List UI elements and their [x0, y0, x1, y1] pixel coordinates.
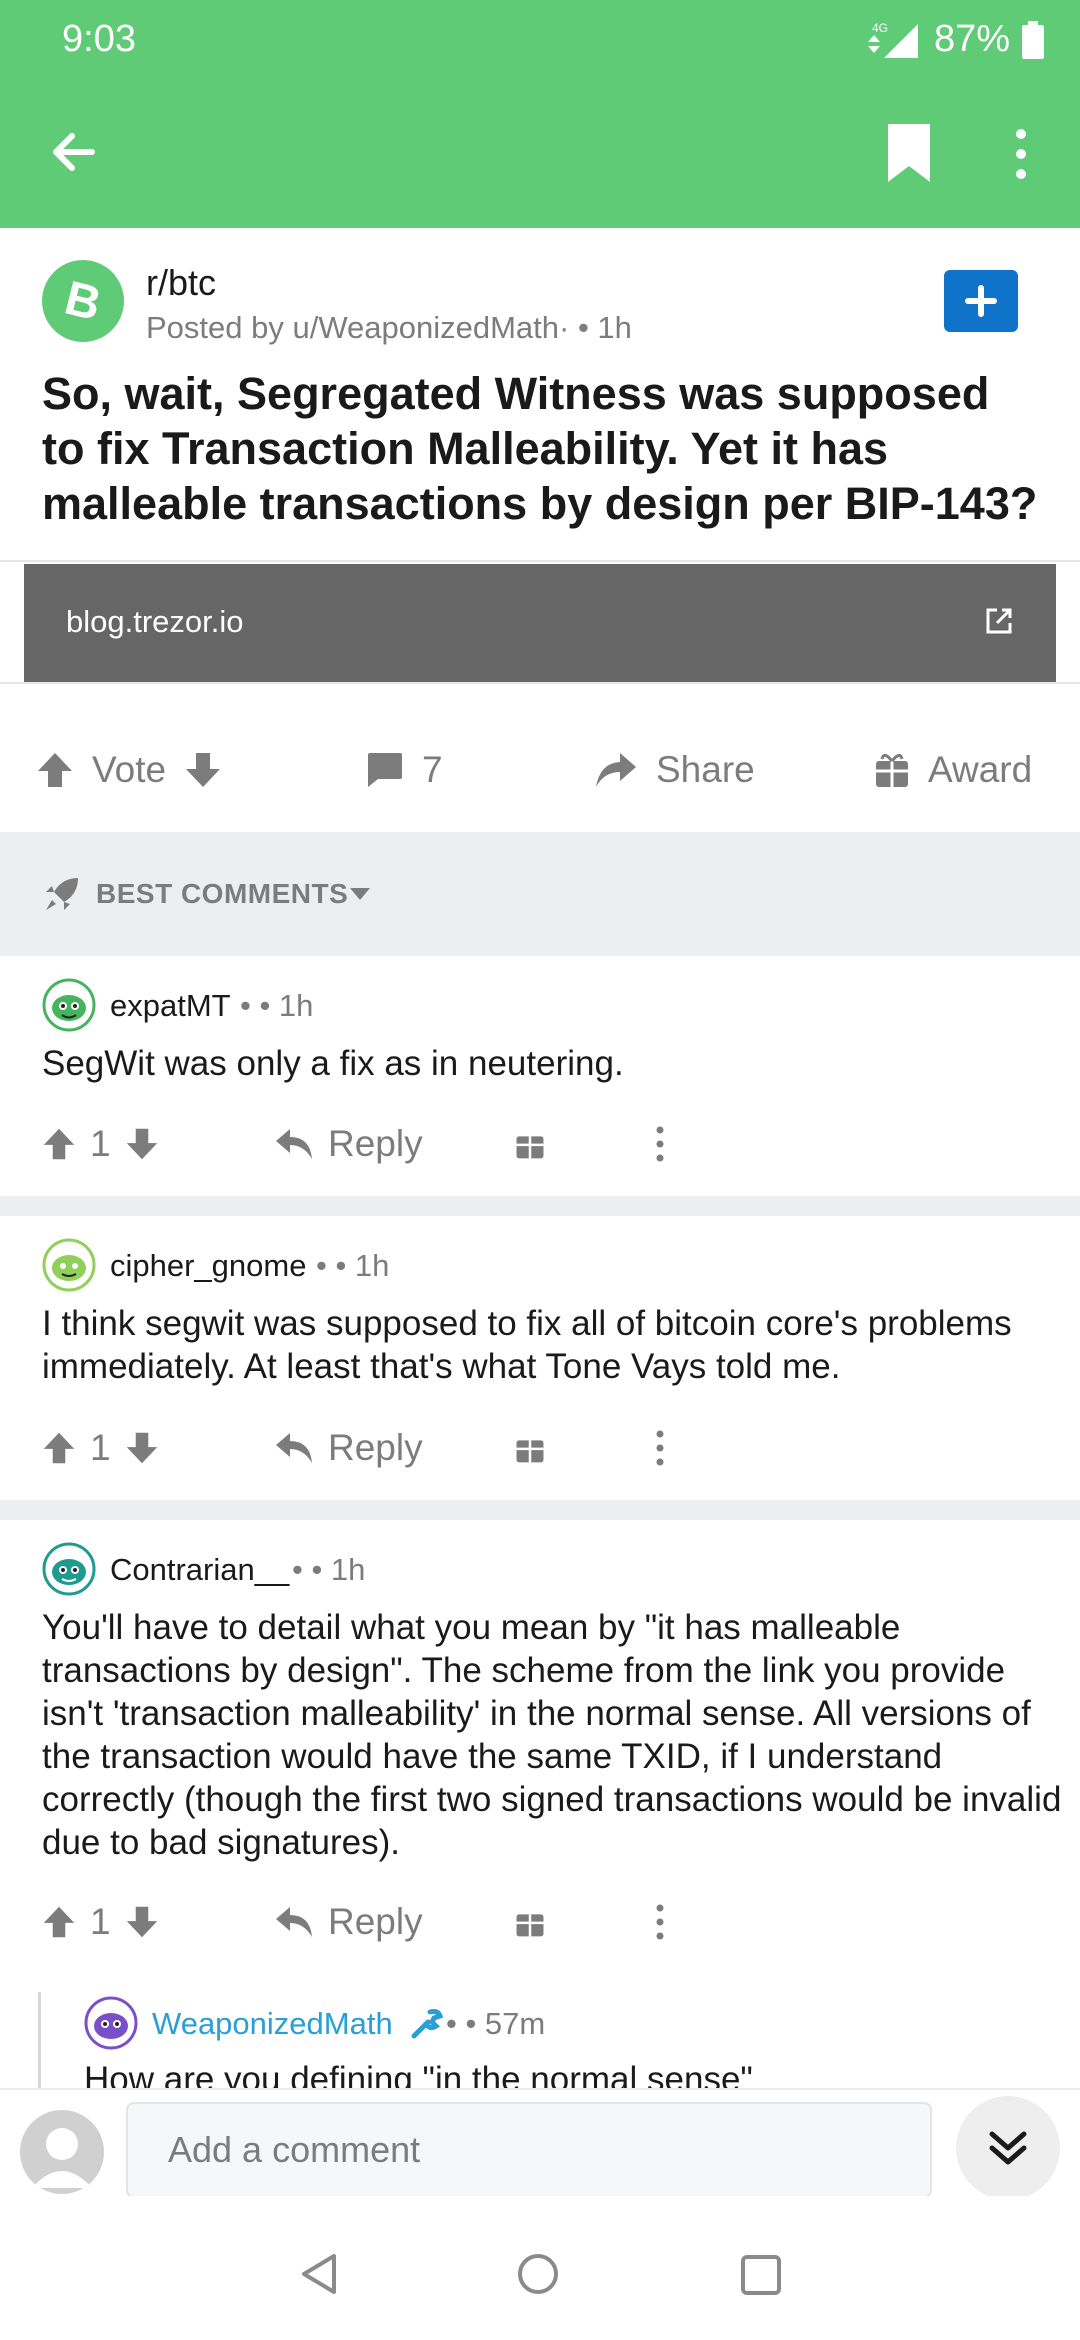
status-icons: 4G 87%	[862, 18, 1044, 61]
comment-meta: • • 57m	[446, 2006, 546, 2041]
join-button[interactable]	[944, 270, 1018, 332]
link-domain[interactable]: blog.trezor.io	[66, 604, 244, 640]
reply-label: Reply	[328, 1901, 423, 1942]
share-label: Share	[656, 749, 755, 790]
upvote-icon[interactable]	[36, 751, 74, 789]
status-time: 9:03	[62, 18, 136, 60]
svg-text:4G: 4G	[872, 21, 888, 35]
gift-icon[interactable]	[514, 1906, 546, 1938]
comment-body: I think segwit was supposed to fix all o…	[42, 1304, 1012, 1386]
reply-button[interactable]: Reply	[274, 1114, 423, 1174]
vote-group: Vote	[36, 730, 222, 810]
next-comment-button[interactable]	[956, 2096, 1060, 2200]
battery-percent: 87%	[933, 18, 1010, 60]
reply-label: Reply	[328, 1427, 423, 1468]
nav-home-icon[interactable]	[516, 2252, 560, 2296]
wrench-icon	[411, 2009, 444, 2039]
comment-body: SegWit was only a fix as in neutering.	[42, 1044, 624, 1083]
comment-divider	[0, 1500, 1080, 1520]
share-button[interactable]: Share	[594, 730, 755, 810]
post-title: So, wait, Segregated Witness was suppose…	[42, 368, 1038, 529]
bookmark-icon[interactable]	[884, 122, 934, 184]
vote-group: 1	[42, 1892, 159, 1952]
gift-icon[interactable]	[514, 1432, 546, 1464]
comment-author[interactable]: cipher_gnome	[110, 1248, 306, 1284]
user-avatar[interactable]	[20, 2110, 104, 2194]
upvote-icon[interactable]	[42, 1905, 76, 1939]
vote-group: 1	[42, 1114, 159, 1174]
comment-score: 1	[90, 1901, 111, 1942]
double-chevron-down-icon	[989, 2131, 1027, 2165]
nav-recents-icon[interactable]	[740, 2254, 782, 2296]
user-icon	[32, 2128, 92, 2188]
bitcoin-icon: B	[60, 272, 106, 331]
comment-body: How are you defining "in the normal sens…	[84, 2060, 753, 2088]
commenter-avatar[interactable]	[84, 1996, 138, 2050]
svg-text:B: B	[60, 272, 106, 331]
sort-label[interactable]: BEST COMMENTS	[96, 878, 348, 910]
upvote-icon[interactable]	[42, 1127, 76, 1161]
comment-count: 7	[422, 749, 443, 790]
post-meta: Posted by u/WeaponizedMath· • 1h	[146, 310, 632, 345]
subreddit-avatar[interactable]: B	[42, 260, 124, 342]
comment-author[interactable]: expatMT	[110, 988, 231, 1024]
plus-icon	[965, 285, 997, 317]
downvote-icon[interactable]	[125, 1431, 159, 1465]
external-link-icon	[986, 608, 1012, 634]
comment-meta: • • 1h	[292, 1552, 366, 1587]
post-actions: Vote 7 Share Award	[0, 730, 1080, 810]
nav-back-icon[interactable]	[298, 2252, 342, 2296]
vote-label: Vote	[92, 749, 167, 790]
commenter-avatar[interactable]	[42, 1238, 96, 1292]
comment-actions: 1 Reply	[42, 1892, 702, 1952]
op-author[interactable]: WeaponizedMath	[152, 2006, 393, 2042]
signal-icon: 4G	[867, 21, 918, 58]
award-button[interactable]: Award	[874, 730, 1032, 810]
commenter-avatar[interactable]	[42, 1542, 96, 1596]
subreddit-name[interactable]: r/btc	[146, 262, 216, 304]
reply-icon	[276, 1433, 312, 1463]
award-label: Award	[928, 749, 1033, 790]
battery-icon	[1022, 20, 1044, 59]
comment-body: You'll have to detail what you mean by "…	[42, 1608, 1062, 1862]
comment-divider	[0, 1196, 1080, 1216]
comment-score: 1	[90, 1123, 111, 1164]
share-icon	[596, 753, 636, 787]
more-vertical-icon[interactable]	[654, 1430, 666, 1466]
add-comment-input[interactable]: Add a comment	[126, 2102, 932, 2198]
thread-line	[38, 1992, 41, 2088]
reply-label: Reply	[328, 1123, 423, 1164]
comment-meta: • • 1h	[240, 988, 314, 1023]
more-vertical-icon[interactable]	[654, 1904, 666, 1940]
comment-meta: • • 1h	[316, 1248, 390, 1283]
caret-down-icon[interactable]	[348, 886, 372, 902]
downvote-icon[interactable]	[125, 1905, 159, 1939]
comment-icon	[368, 753, 402, 787]
back-arrow-icon[interactable]	[44, 122, 104, 182]
comment-actions: 1 Reply	[42, 1114, 702, 1174]
more-vertical-icon[interactable]	[1006, 124, 1036, 184]
rocket-icon	[46, 878, 78, 910]
gift-icon[interactable]	[514, 1128, 546, 1160]
more-vertical-icon[interactable]	[654, 1126, 666, 1162]
reply-icon	[276, 1129, 312, 1159]
comment-author[interactable]: Contrarian__	[110, 1552, 289, 1588]
commenter-avatar[interactable]	[42, 978, 96, 1032]
comment-score: 1	[90, 1427, 111, 1468]
upvote-icon[interactable]	[42, 1431, 76, 1465]
gift-icon	[876, 754, 908, 787]
reply-button[interactable]: Reply	[274, 1418, 423, 1478]
comments-button[interactable]: 7	[364, 730, 443, 810]
downvote-icon[interactable]	[184, 751, 222, 789]
reply-icon	[276, 1907, 312, 1937]
vote-group: 1	[42, 1418, 159, 1478]
downvote-icon[interactable]	[125, 1127, 159, 1161]
reply-button[interactable]: Reply	[274, 1892, 423, 1952]
comment-actions: 1 Reply	[42, 1418, 702, 1478]
